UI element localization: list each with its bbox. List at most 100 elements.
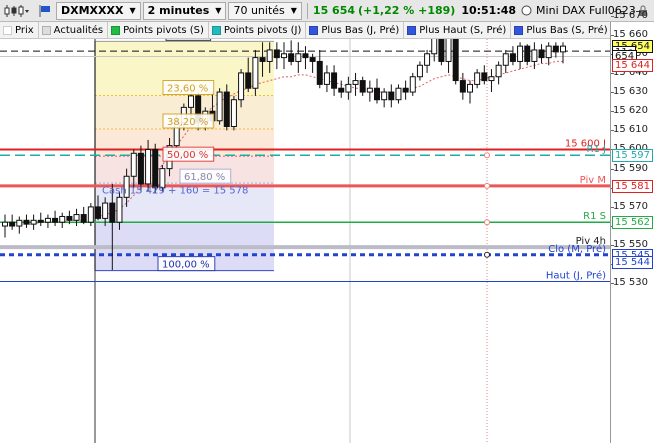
candle-body[interactable]	[517, 45, 524, 62]
candle-body[interactable]	[2, 221, 8, 227]
candle-body[interactable]	[245, 72, 252, 89]
candle-body[interactable]	[331, 72, 338, 89]
candle-body[interactable]	[552, 45, 559, 53]
tab-pivots-j[interactable]: Points pivots (J)	[209, 22, 307, 39]
candle-body[interactable]	[409, 76, 416, 93]
candle-body[interactable]	[259, 57, 266, 62]
candle-body[interactable]	[531, 49, 538, 62]
candle-body[interactable]	[37, 219, 44, 223]
candle-body[interactable]	[137, 152, 144, 185]
candle-body[interactable]	[102, 202, 109, 219]
level-label: R1 S	[583, 211, 606, 222]
candle-body[interactable]	[395, 87, 402, 101]
candle-body[interactable]	[545, 45, 552, 59]
candle-body[interactable]	[402, 87, 409, 93]
candle-body[interactable]	[73, 214, 80, 221]
candle-body[interactable]	[388, 91, 395, 101]
divider	[306, 2, 308, 19]
candle-body[interactable]	[374, 87, 380, 101]
candle-body[interactable]	[445, 39, 452, 62]
candle-body[interactable]	[467, 83, 473, 93]
candle-body[interactable]	[223, 91, 230, 128]
cursor-marker	[484, 152, 490, 159]
price-tick-label: 15 590	[613, 162, 648, 174]
candle-body[interactable]	[524, 45, 531, 62]
units-selector[interactable]: 70 unités ▼	[228, 1, 302, 20]
candle-body[interactable]	[44, 217, 51, 223]
period-selector[interactable]: 2 minutes ▼	[142, 1, 227, 20]
candle-body[interactable]	[252, 57, 259, 89]
candle-body[interactable]	[488, 76, 495, 82]
candle-body[interactable]	[345, 83, 352, 93]
tab-plus-bas-j[interactable]: Plus Bas (J, Pré)	[306, 22, 405, 39]
level-label: Clo (M, Pré)	[548, 243, 606, 255]
candle-body[interactable]	[431, 39, 438, 55]
price-axis[interactable]: 15 67015 66015 65015 64015 63015 62015 6…	[610, 10, 654, 443]
candle-body[interactable]	[130, 152, 137, 177]
price-tag: 15 597	[612, 149, 653, 163]
candle-body[interactable]	[266, 49, 273, 62]
level-label: Haut (J, Pré)	[546, 270, 606, 282]
tab-plus-haut-s[interactable]: Plus Haut (S, Pré)	[404, 22, 512, 39]
candle-body[interactable]	[323, 72, 330, 85]
price-tick-mark	[611, 206, 614, 208]
candle-body[interactable]	[338, 87, 345, 93]
candle-body[interactable]	[216, 91, 223, 122]
candle-body[interactable]	[23, 219, 30, 225]
tab-color-swatch	[309, 26, 319, 35]
candle-body[interactable]	[366, 87, 373, 93]
candle-body[interactable]	[359, 80, 366, 93]
candle-body[interactable]	[152, 148, 159, 189]
candle-body[interactable]	[95, 206, 101, 219]
candle-body[interactable]	[316, 60, 323, 85]
tab-prix[interactable]: Prix	[0, 22, 39, 39]
candle-body[interactable]	[288, 53, 295, 62]
tab-pivots-s[interactable]: Points pivots (S)	[108, 22, 209, 39]
tab-plus-bas-s[interactable]: Plus Bas (S, Pré)	[511, 22, 613, 39]
candle-body[interactable]	[452, 39, 459, 82]
candle-body[interactable]	[30, 219, 37, 225]
candle-body[interactable]	[80, 214, 87, 223]
candle-body[interactable]	[481, 72, 488, 82]
candle-body[interactable]	[538, 49, 545, 59]
candle-body[interactable]	[188, 95, 194, 108]
candle-body[interactable]	[302, 53, 309, 59]
candle-body[interactable]	[9, 221, 16, 227]
candle-body[interactable]	[459, 80, 466, 93]
tab-actualites[interactable]: Actualités	[39, 22, 109, 39]
chart-type-icon[interactable]	[0, 2, 34, 20]
candle-body[interactable]	[495, 64, 502, 78]
level-label: R1 J	[587, 144, 606, 155]
tab-color-swatch	[3, 26, 12, 35]
moving-average-line	[5, 60, 563, 227]
candle-body[interactable]	[509, 53, 516, 62]
candle-body[interactable]	[59, 215, 66, 223]
candle-body[interactable]	[474, 72, 481, 85]
tab-label: Points pivots (S)	[123, 25, 204, 36]
symbol-selector[interactable]: DXMXXXX ▼	[56, 1, 141, 20]
candle-body[interactable]	[381, 91, 388, 101]
candle-body[interactable]	[502, 53, 509, 66]
price-tick-mark	[611, 72, 614, 74]
candle-body[interactable]	[145, 148, 152, 185]
candle-body[interactable]	[438, 39, 445, 62]
flag-icon[interactable]	[34, 2, 56, 20]
candle-body[interactable]	[87, 206, 94, 223]
candle-body[interactable]	[281, 53, 287, 59]
candle-body[interactable]	[66, 215, 73, 221]
last-price: 15 654	[312, 4, 356, 17]
candle-body[interactable]	[416, 64, 423, 78]
candle-body[interactable]	[560, 45, 566, 53]
price-chart[interactable]: 15 600 JR1 JPiv MR1 SPiv 4hClo (M, Pré)H…	[0, 39, 610, 443]
candle-body[interactable]	[273, 49, 280, 59]
candle-body[interactable]	[309, 57, 316, 62]
candle-body[interactable]	[109, 202, 116, 223]
candle-body[interactable]	[16, 219, 23, 227]
candle-body[interactable]	[238, 72, 245, 101]
candle-body[interactable]	[116, 196, 123, 223]
candle-body[interactable]	[52, 217, 59, 223]
candle-body[interactable]	[352, 80, 359, 85]
candle-body[interactable]	[230, 99, 237, 128]
candle-body[interactable]	[295, 53, 302, 62]
candle-body[interactable]	[424, 53, 431, 66]
